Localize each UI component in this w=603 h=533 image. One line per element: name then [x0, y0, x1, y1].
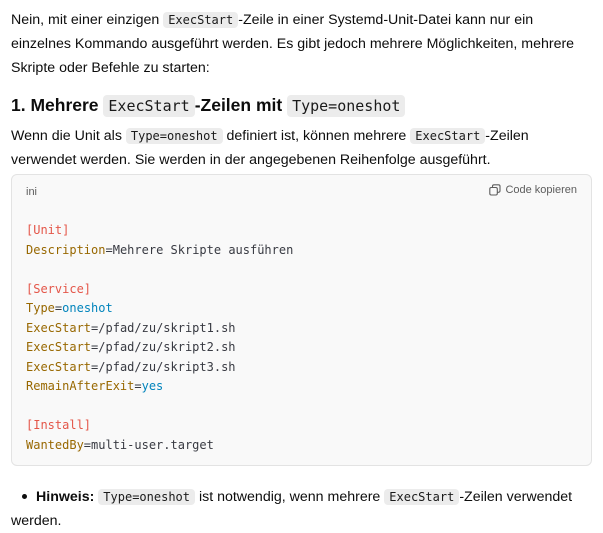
code-language-label: ini	[26, 186, 38, 198]
code-section-install: [Install]	[26, 418, 92, 432]
code-block: ini Code kopieren [Unit] Description=Meh…	[11, 174, 592, 466]
code-key: ExecStart	[26, 359, 92, 374]
inline-code-execstart: ExecStart	[163, 12, 239, 28]
code-key: ExecStart	[26, 340, 92, 354]
bullet-icon	[22, 493, 27, 499]
heading-text-1: 1. Mehrere	[11, 95, 104, 115]
code-value: /pfad/zu/skript2.sh	[98, 340, 236, 354]
code-value: multi-user.target	[91, 437, 214, 452]
code-key: ExecStart	[26, 320, 92, 335]
intro-text-1: Nein, mit einer einzigen	[11, 12, 164, 28]
description-paragraph: Wenn die Unit als Type=oneshot definiert…	[11, 124, 596, 172]
copy-icon	[489, 184, 501, 196]
hint-list-item: Hinweis: Type=oneshot ist notwendig, wen…	[11, 485, 596, 533]
code-value: yes	[141, 379, 164, 393]
heading-text-2: -Zeilen mit	[194, 95, 288, 115]
code-section-unit: [Unit]	[26, 223, 70, 237]
code-header: ini Code kopieren	[12, 175, 591, 209]
code-key: Description	[26, 242, 106, 257]
code-key: WantedBy	[26, 437, 84, 452]
hint-code-type: Type=oneshot	[98, 489, 195, 505]
intro-paragraph: Nein, mit einer einzigen ExecStart -Zeile…	[11, 8, 596, 80]
code-value: Mehrere Skripte ausführen	[112, 242, 294, 257]
heading-code-type: Type=oneshot	[287, 95, 406, 117]
para-code-type: Type=oneshot	[125, 128, 223, 144]
code-key: Type	[26, 301, 55, 315]
hint-text-1: ist notwendig, wenn mehrere	[195, 489, 385, 505]
para-text-2: definiert ist, können mehrere	[222, 128, 411, 144]
code-key: RemainAfterExit	[26, 379, 135, 393]
code-value: oneshot	[62, 301, 113, 315]
para-code-execstart: ExecStart	[410, 128, 486, 144]
section-heading: 1. Mehrere ExecStart -Zeilen mit Type=one…	[11, 90, 596, 121]
hint-code-execstart: ExecStart	[384, 489, 460, 505]
hint-label: Hinweis:	[36, 489, 95, 505]
code-content: [Unit] Description=Mehrere Skripte ausfü…	[26, 223, 294, 452]
copy-code-label: Code kopieren	[505, 184, 577, 196]
copy-code-button[interactable]: Code kopieren	[489, 184, 577, 196]
para-text-1: Wenn die Unit als	[11, 128, 126, 144]
heading-code-execstart: ExecStart	[103, 95, 195, 117]
code-value: /pfad/zu/skript1.sh	[98, 320, 236, 335]
code-section-service: [Service]	[26, 281, 92, 296]
code-value: /pfad/zu/skript3.sh	[98, 359, 236, 374]
